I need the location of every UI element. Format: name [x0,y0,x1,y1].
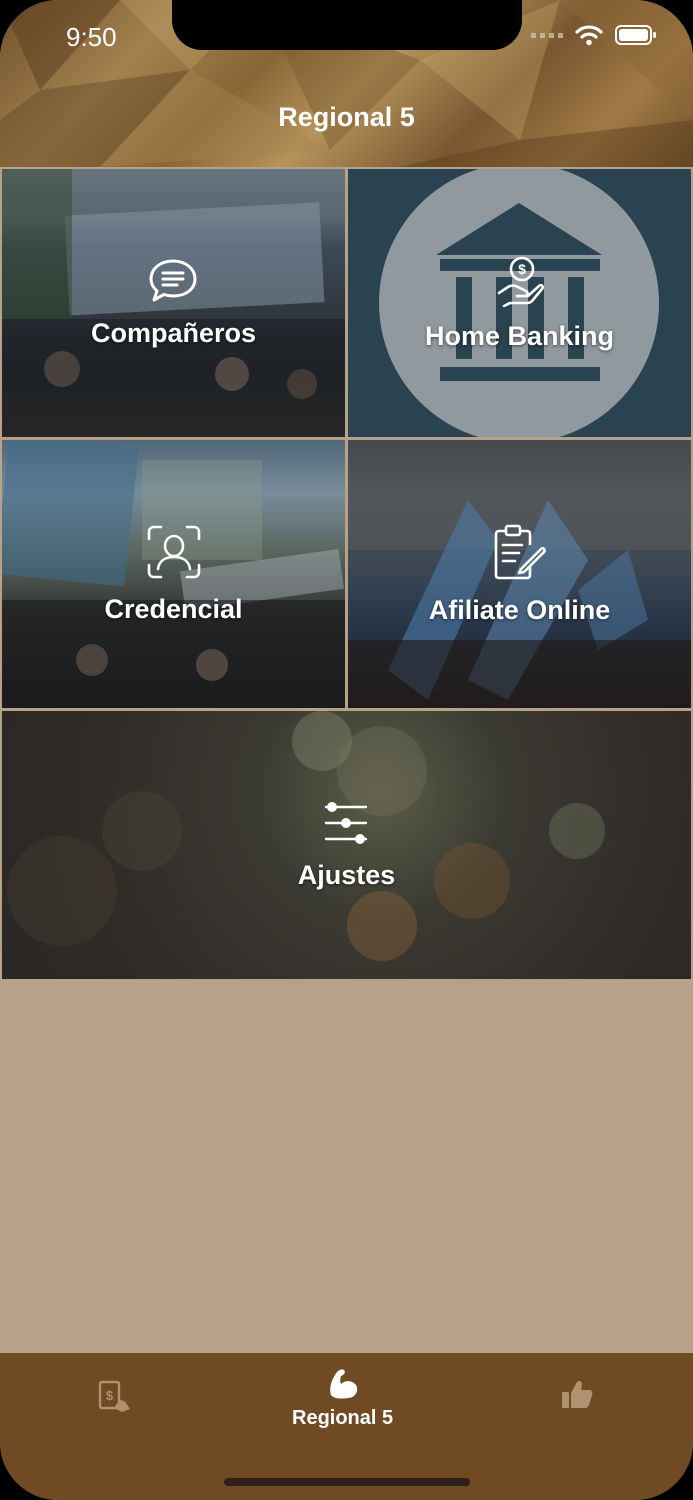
sliders-icon [325,801,368,844]
thumbs-up-icon [562,1380,593,1408]
muscle-arm-icon [329,1369,357,1399]
afiliate-online-label: Afiliate Online [428,594,611,625]
tab-regional-5-label: Regional 5 [292,1407,394,1429]
home-banking-content: $ Home Banking [425,255,614,352]
tab-likes[interactable] [560,1378,594,1412]
home-banking-tile[interactable]: $ Home Banking [348,169,691,437]
page-title: Regional 5 [278,102,415,132]
afiliate-online-tile[interactable]: Afiliate Online [348,440,691,708]
tab-payments[interactable]: $ [96,1378,132,1414]
companeros-tile[interactable]: Compañeros [2,169,345,437]
status-icons [531,24,657,46]
signal-icon [531,33,563,38]
payment-hand-icon: $ [98,1380,130,1412]
camera-notch [172,0,522,50]
money-hand-icon: $ [497,256,544,307]
credencial-tile[interactable]: Credencial [2,440,345,708]
phone-screen: 9:50 Regional 5 Compañeros $ Home Bankin… [0,0,693,1500]
credencial-content: Credencial [104,524,243,625]
credencial-label: Credencial [104,593,243,624]
ajustes-tile[interactable]: Ajustes [2,711,691,979]
companeros-label: Compañeros [90,317,257,348]
header: 9:50 Regional 5 [0,0,693,167]
chat-bubble-icon [149,259,197,301]
home-indicator [224,1478,470,1486]
svg-text:$: $ [518,261,526,277]
battery-icon [615,25,656,45]
ajustes-label: Ajustes [297,859,396,890]
svg-text:$: $ [106,1388,114,1403]
tab-regional-5[interactable]: Regional 5 [292,1365,393,1430]
face-scan-icon [147,525,200,578]
afiliate-online-content: Afiliate Online [428,523,611,626]
companeros-content: Compañeros [91,258,256,349]
status-time: 9:50 [66,22,117,52]
ajustes-content: Ajustes [297,800,396,891]
wifi-icon [575,25,603,46]
home-banking-label: Home Banking [424,320,615,351]
clipboard-edit-icon [494,524,546,579]
